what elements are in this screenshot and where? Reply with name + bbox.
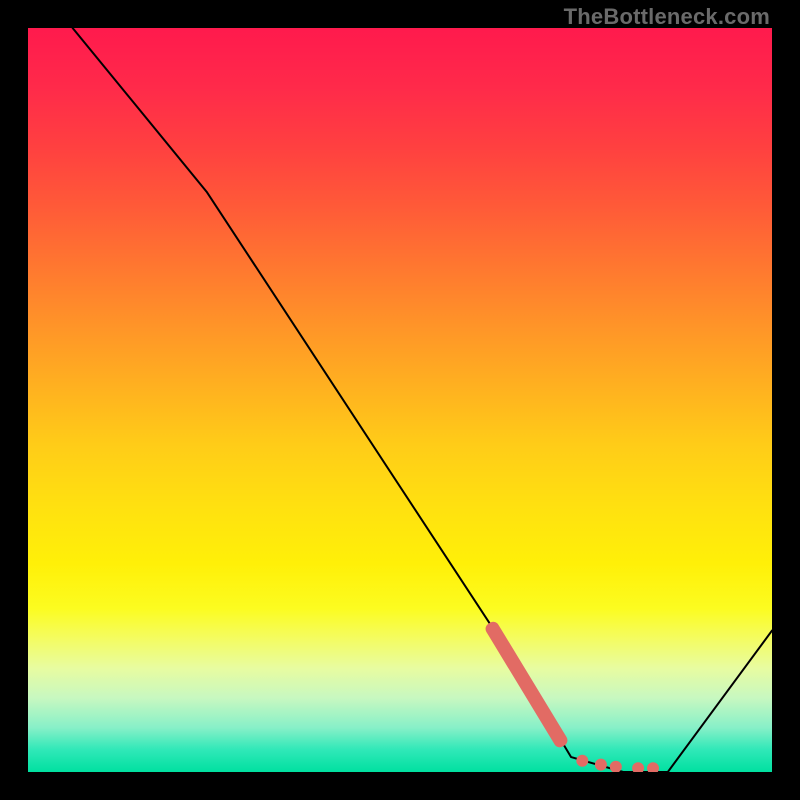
highlight-dot	[576, 755, 588, 767]
highlight-dot	[647, 762, 659, 772]
highlight-dot	[610, 761, 622, 772]
chart-svg	[28, 28, 772, 772]
chart-plot-area	[28, 28, 772, 772]
highlight-dot	[595, 759, 607, 771]
highlight-markers	[483, 620, 659, 772]
highlight-dot	[632, 762, 644, 772]
highlight-segment	[483, 620, 569, 750]
bottleneck-curve	[73, 28, 772, 772]
watermark-text: TheBottleneck.com	[564, 4, 770, 30]
